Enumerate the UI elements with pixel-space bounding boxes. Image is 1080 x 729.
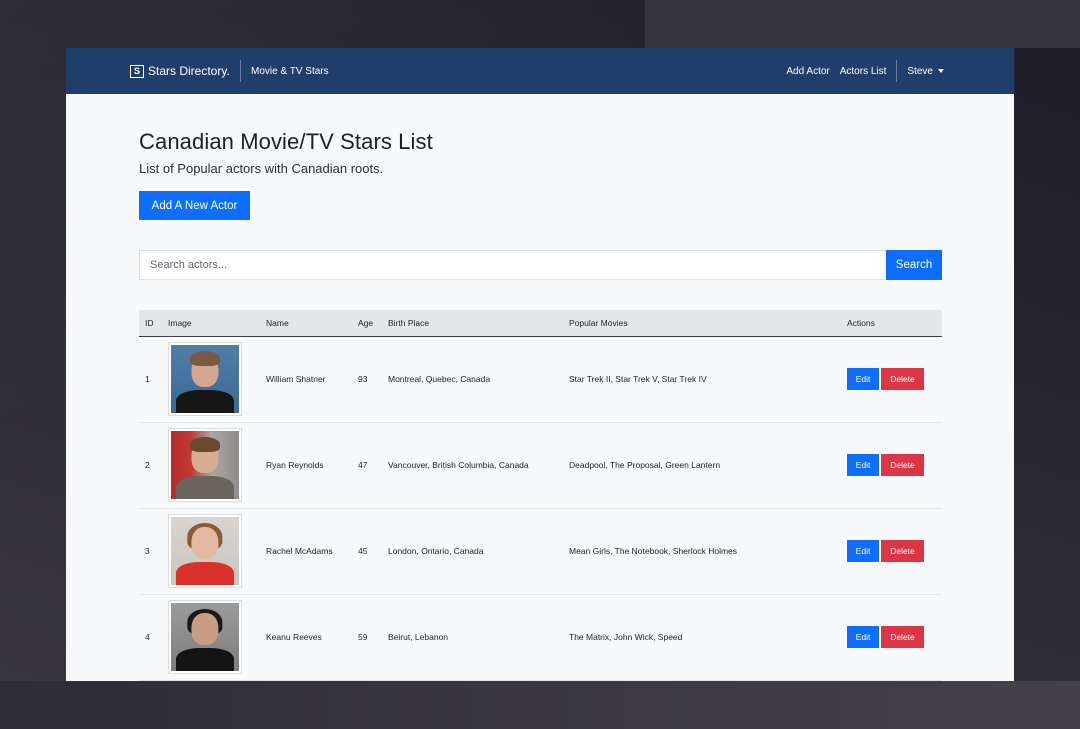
actor-photo xyxy=(168,600,242,674)
cell-birth-place: Montreal, Quebec, Canada xyxy=(388,374,491,384)
actor-photo xyxy=(168,514,242,588)
cell-age: 59 xyxy=(358,632,368,642)
cell-id: 2 xyxy=(145,460,150,470)
table-row: 3 Rachel McAdams 45 London, Ontario, Can… xyxy=(139,508,942,594)
navbar: S Stars Directory. Movie & TV Stars Add … xyxy=(66,48,1014,94)
cell-image xyxy=(162,508,260,594)
cell-birth-place: London, Ontario, Canada xyxy=(388,546,484,556)
cell-popular-movies: Star Trek II, Star Trek V, Star Trek IV xyxy=(569,374,707,384)
search-input[interactable] xyxy=(139,250,886,280)
search-bar: Search xyxy=(139,250,942,280)
actor-photo xyxy=(168,428,242,502)
edit-button[interactable]: Edit xyxy=(847,626,879,648)
cell-popular-movies: The Matrix, John Wick, Speed xyxy=(569,632,683,642)
background-facet xyxy=(645,0,1080,48)
browser-window: S Stars Directory. Movie & TV Stars Add … xyxy=(66,48,1014,681)
table-row: 4 Keanu Reeves 59 Beirut, Lebanon The Ma… xyxy=(139,594,942,680)
caret-down-icon xyxy=(938,68,944,73)
page-title: Canadian Movie/TV Stars List xyxy=(139,129,433,154)
cell-name: William Shatner xyxy=(266,374,326,384)
brand-link[interactable]: S Stars Directory. xyxy=(130,48,230,94)
cell-image xyxy=(162,594,260,680)
delete-button[interactable]: Delete xyxy=(881,626,924,648)
cell-popular-movies: Deadpool, The Proposal, Green Lantern xyxy=(569,460,721,470)
table-row: 2 Ryan Reynolds 47 Vancouver, British Co… xyxy=(139,422,942,508)
cell-age: 47 xyxy=(358,460,368,470)
background-facet xyxy=(0,681,1080,729)
cell-birth-place: Beirut, Lebanon xyxy=(388,632,449,642)
header-image: Image xyxy=(168,317,192,328)
edit-button[interactable]: Edit xyxy=(847,368,879,390)
table-header-row: ID Image Name Age Birth Place Popular Mo… xyxy=(139,310,942,336)
cell-image xyxy=(162,422,260,508)
cell-actions: Edit Delete xyxy=(841,336,942,422)
brand-logo-icon: S xyxy=(130,64,144,78)
cell-image xyxy=(162,336,260,422)
header-birth-place: Birth Place xyxy=(388,317,430,328)
cell-id: 4 xyxy=(145,632,150,642)
cell-age: 93 xyxy=(358,374,368,384)
main-content: Canadian Movie/TV Stars List List of Pop… xyxy=(139,94,942,681)
cell-name: Keanu Reeves xyxy=(266,632,322,642)
add-actor-button[interactable]: Add A New Actor xyxy=(139,191,250,220)
user-name: Steve xyxy=(907,65,933,77)
cell-age: 45 xyxy=(358,546,368,556)
brand-text: Stars Directory. xyxy=(148,64,230,78)
table-row: 1 William Shatner 93 Montreal, Quebec, C… xyxy=(139,336,942,422)
page-subtitle: List of Popular actors with Canadian roo… xyxy=(139,161,384,176)
nav-link-actors-list[interactable]: Actors List xyxy=(840,66,887,77)
cell-actions: Edit Delete xyxy=(841,422,942,508)
user-menu-toggle[interactable]: Steve xyxy=(907,66,944,77)
delete-button[interactable]: Delete xyxy=(881,454,924,476)
cell-id: 3 xyxy=(145,546,150,556)
nav-right: Add Actor Actors List Steve xyxy=(776,48,944,94)
header-popular-movies: Popular Movies xyxy=(569,317,628,328)
cell-name: Rachel McAdams xyxy=(266,546,333,556)
edit-button[interactable]: Edit xyxy=(847,540,879,562)
search-button[interactable]: Search xyxy=(886,250,942,280)
header-actions: Actions xyxy=(847,317,875,328)
cell-name: Ryan Reynolds xyxy=(266,460,324,470)
cell-popular-movies: Mean Girls, The Notebook, Sherlock Holme… xyxy=(569,546,738,556)
edit-button[interactable]: Edit xyxy=(847,454,879,476)
nav-link-add-actor[interactable]: Add Actor xyxy=(786,66,829,77)
nav-link-movie-tv-stars[interactable]: Movie & TV Stars xyxy=(251,48,329,94)
header-name: Name xyxy=(266,317,289,328)
actors-table: ID Image Name Age Birth Place Popular Mo… xyxy=(139,310,942,681)
delete-button[interactable]: Delete xyxy=(881,368,924,390)
nav-divider xyxy=(896,60,898,82)
header-id: ID xyxy=(145,317,154,328)
header-age: Age xyxy=(358,317,374,328)
cell-id: 1 xyxy=(145,374,150,384)
cell-actions: Edit Delete xyxy=(841,594,942,680)
cell-birth-place: Vancouver, British Columbia, Canada xyxy=(388,460,529,470)
cell-actions: Edit Delete xyxy=(841,508,942,594)
actor-photo xyxy=(168,342,242,416)
nav-divider xyxy=(240,60,241,82)
delete-button[interactable]: Delete xyxy=(881,540,924,562)
